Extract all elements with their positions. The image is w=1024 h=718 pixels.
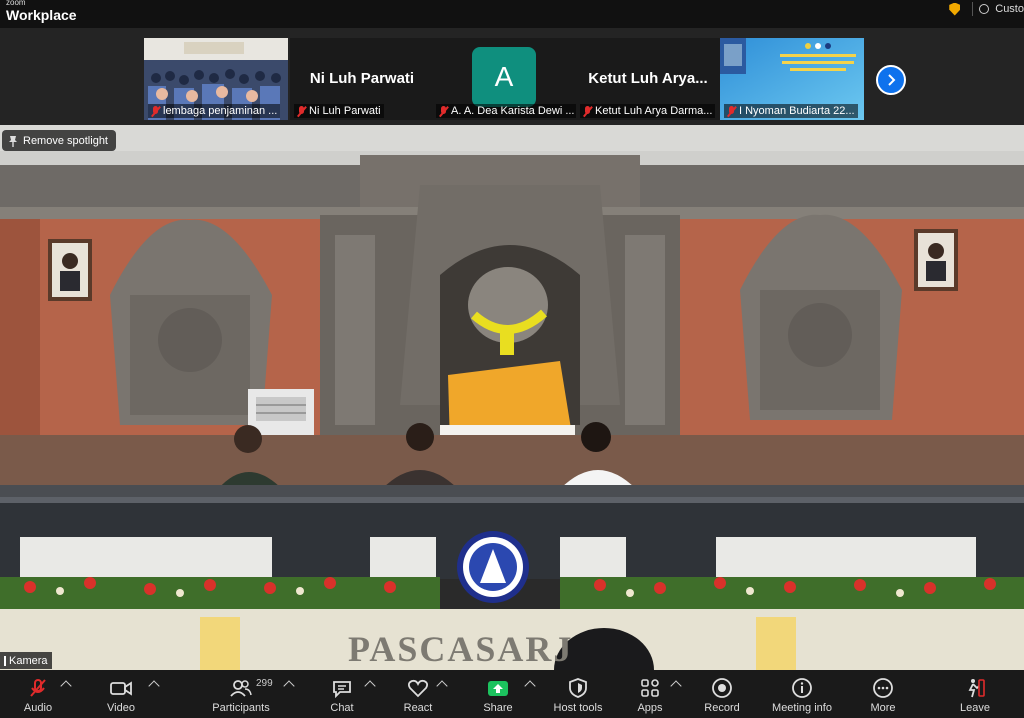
participant-tile[interactable]: Ketut Luh Arya... Ketut Luh Arya Darma..… <box>576 38 720 120</box>
share-label: Share <box>483 702 513 714</box>
mic-muted-icon <box>583 105 592 117</box>
participant-name: Ketut Luh Arya Darma... <box>595 105 713 117</box>
participant-display-name: Ketut Luh Arya... <box>588 70 708 87</box>
audio-button[interactable]: Audio <box>16 670 60 718</box>
share-options-chevron-icon[interactable] <box>524 680 536 692</box>
record-button[interactable]: Record <box>700 670 744 718</box>
react-options-chevron-icon[interactable] <box>436 680 448 692</box>
remove-spotlight-button[interactable]: Remove spotlight <box>2 130 116 151</box>
leave-label: Leave <box>960 702 990 714</box>
audio-options-chevron-icon[interactable] <box>60 680 72 692</box>
participant-tile[interactable]: A A. A. Dea Karista Dewi ... <box>432 38 576 120</box>
participant-name-label: Ni Luh Parwati <box>294 104 384 118</box>
participant-name-label: A. A. Dea Karista Dewi ... <box>436 104 576 118</box>
video-options-chevron-icon[interactable] <box>148 680 160 692</box>
mic-muted-icon <box>297 105 306 117</box>
chevron-right-icon <box>888 74 896 86</box>
pin-icon <box>9 135 17 147</box>
host-tools-button[interactable]: Host tools <box>552 670 604 718</box>
leave-icon <box>964 678 986 698</box>
brand-small-text: zoom <box>6 0 26 7</box>
banner-text: PASCASARJ <box>348 629 574 669</box>
share-button[interactable]: Share <box>478 670 518 718</box>
divider <box>972 2 974 16</box>
chat-label: Chat <box>330 702 354 714</box>
participant-name: Ni Luh Parwati <box>309 105 381 117</box>
participant-tile[interactable]: I Nyoman Budiarta 22... <box>720 38 864 120</box>
app-brand: zoom Workplace <box>6 0 77 22</box>
apps-options-chevron-icon[interactable] <box>670 680 682 692</box>
title-bar-right: Custo <box>949 2 1024 16</box>
video-camera-icon <box>109 678 133 698</box>
remove-spotlight-label: Remove spotlight <box>23 134 108 147</box>
record-icon <box>711 678 733 698</box>
host-tools-label: Host tools <box>553 702 603 714</box>
react-button[interactable]: React <box>398 670 438 718</box>
participants-icon <box>230 678 252 698</box>
avatar: A <box>472 47 536 107</box>
participant-name-label: Ketut Luh Arya Darma... <box>580 104 716 118</box>
video-label: Video <box>107 702 135 714</box>
speaker-name-label: Kamera <box>0 652 52 669</box>
next-page-button[interactable] <box>876 65 906 95</box>
user-icon <box>979 4 990 14</box>
custom-menu-label[interactable]: Custo <box>995 3 1024 15</box>
spotlight-video-frame <box>0 125 1024 670</box>
chat-button[interactable]: Chat <box>324 670 360 718</box>
more-button[interactable]: More <box>862 670 904 718</box>
participant-name: I Nyoman Budiarta 22... <box>739 105 855 117</box>
apps-button[interactable]: Apps <box>632 670 668 718</box>
participants-options-chevron-icon[interactable] <box>283 680 295 692</box>
participant-tile[interactable]: lembaga penjaminan ... <box>144 38 288 120</box>
mic-muted-icon <box>439 105 448 117</box>
speaker-name: Kamera <box>9 654 48 667</box>
mic-muted-icon <box>28 678 48 698</box>
participants-label: Participants <box>212 702 270 714</box>
heart-icon <box>407 678 429 698</box>
meeting-toolbar: Audio Video Participants 299 Chat React … <box>0 670 1024 718</box>
leave-button[interactable]: Leave <box>955 670 995 718</box>
signal-icon <box>4 655 6 666</box>
info-icon <box>791 678 813 698</box>
more-label: More <box>870 702 896 714</box>
chat-icon <box>331 678 353 698</box>
participant-display-name: Ni Luh Parwati <box>309 70 415 87</box>
participant-name: A. A. Dea Karista Dewi ... <box>451 105 575 117</box>
mic-muted-icon <box>151 105 160 117</box>
participant-tile[interactable]: Ni Luh Parwati Ni Luh Parwati <box>290 38 434 120</box>
mic-muted-icon <box>727 105 736 117</box>
main-speaker-video[interactable]: PASCASARJ Remove spotlight Kamera <box>0 125 1024 670</box>
audio-label: Audio <box>23 702 53 714</box>
apps-label: Apps <box>637 702 663 714</box>
participant-name-label: lembaga penjaminan ... <box>148 104 281 118</box>
brand-name: Workplace <box>6 7 77 23</box>
more-icon <box>872 678 894 698</box>
share-screen-icon <box>487 678 509 698</box>
shield-icon <box>568 678 588 698</box>
record-label: Record <box>704 702 740 714</box>
participant-strip: lembaga penjaminan ... Ni Luh Parwati Ni… <box>0 28 1024 125</box>
security-shield-icon[interactable] <box>949 2 961 16</box>
video-button[interactable]: Video <box>99 670 143 718</box>
participant-name-label: I Nyoman Budiarta 22... <box>724 104 858 118</box>
chat-options-chevron-icon[interactable] <box>364 680 376 692</box>
react-label: React <box>403 702 433 714</box>
apps-icon <box>640 678 660 698</box>
participants-count: 299 <box>256 678 273 689</box>
participant-name: lembaga penjaminan ... <box>163 105 278 117</box>
meeting-info-label: Meeting info <box>772 702 832 714</box>
meeting-info-button[interactable]: Meeting info <box>766 670 838 718</box>
title-bar: zoom Workplace Custo <box>0 0 1024 28</box>
